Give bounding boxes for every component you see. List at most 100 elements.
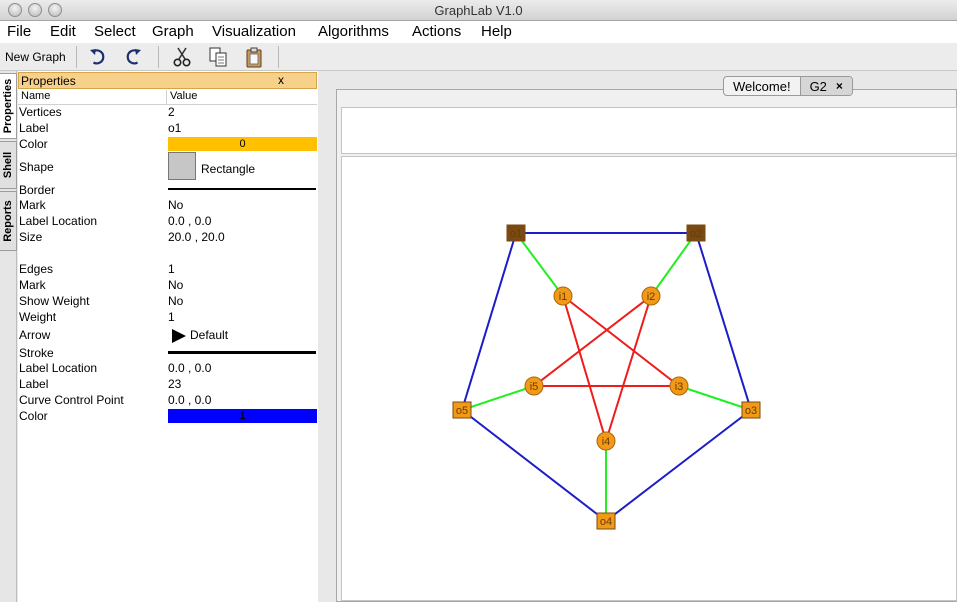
tab-reports[interactable]: Reports — [0, 191, 17, 251]
menu-graph[interactable]: Graph — [152, 23, 194, 40]
prop-name-vertices: Vertices — [19, 105, 62, 119]
prop-name-edge-mark: Mark — [19, 278, 46, 292]
window-title: GraphLab V1.0 — [434, 3, 523, 18]
menu-actions[interactable]: Actions — [412, 23, 461, 40]
prop-name-shape: Shape — [19, 160, 54, 174]
vertex-label: i2 — [647, 291, 656, 303]
toolbar-separator — [278, 46, 279, 68]
prop-name-curve-control-point: Curve Control Point — [19, 393, 124, 407]
edge-i5-i2[interactable] — [533, 295, 652, 387]
prop-name-arrow: Arrow — [19, 328, 51, 342]
document-area: o1 o2 o3 o4 o5 i1 i2 i3 i4 i5 Welcome! G2 × — [335, 71, 957, 602]
prop-value-arrow[interactable]: Default — [190, 328, 228, 342]
vertex-o3[interactable]: o3 — [741, 401, 761, 419]
vertex-o4[interactable]: o4 — [596, 512, 616, 530]
tab-welcome[interactable]: Welcome! — [724, 77, 801, 95]
edge-i2-i4[interactable] — [605, 295, 652, 442]
prop-name-edge-label-location: Label Location — [19, 361, 98, 375]
vertex-o5[interactable]: o5 — [452, 401, 472, 419]
edge-o1-i1[interactable] — [515, 232, 564, 297]
menu-file[interactable]: File — [7, 23, 31, 40]
stroke-preview[interactable] — [168, 351, 316, 354]
shape-swatch[interactable] — [168, 152, 196, 180]
paste-icon[interactable] — [242, 46, 266, 68]
menu-visualization[interactable]: Visualization — [212, 23, 296, 40]
column-header-name[interactable]: Name — [18, 90, 167, 105]
tab-properties[interactable]: Properties — [0, 73, 17, 139]
edge-o3-i3[interactable] — [678, 385, 752, 411]
prop-value-vertices[interactable]: 2 — [168, 105, 175, 119]
toolbar-separator — [158, 46, 159, 68]
vertex-label: i4 — [602, 436, 611, 448]
tab-shell[interactable]: Shell — [0, 141, 17, 189]
border-stroke-preview[interactable] — [168, 188, 316, 190]
new-graph-button[interactable]: New Graph — [5, 50, 66, 64]
properties-panel: Properties x Name Value Vertices 2 Label… — [18, 71, 318, 602]
vertex-i4[interactable]: i4 — [596, 431, 616, 451]
prop-value-size[interactable]: 20.0 , 20.0 — [168, 230, 225, 244]
tab-properties-label: Properties — [2, 78, 15, 134]
prop-value-label[interactable]: o1 — [168, 121, 181, 135]
undo-icon[interactable] — [86, 46, 110, 68]
menu-help[interactable]: Help — [481, 23, 512, 40]
panel-splitter[interactable] — [318, 71, 335, 602]
properties-header: Properties x — [18, 72, 317, 89]
prop-name-edge-color: Color — [19, 409, 48, 423]
close-icon[interactable]: × — [836, 79, 843, 93]
prop-name-size: Size — [19, 230, 43, 244]
vertex-label: o2 — [690, 228, 702, 240]
vertex-label: i3 — [675, 381, 684, 393]
properties-close-button[interactable]: x — [275, 73, 287, 87]
prop-value-show-weight[interactable]: No — [168, 294, 183, 308]
prop-value-curve-control-point[interactable]: 0.0 , 0.0 — [168, 393, 211, 407]
document-tab-bar: Welcome! G2 × — [723, 76, 853, 96]
menu-select[interactable]: Select — [94, 23, 136, 40]
prop-name-mark: Mark — [19, 198, 46, 212]
prop-value-edge-label[interactable]: 23 — [168, 377, 181, 391]
prop-value-shape[interactable]: Rectangle — [201, 162, 255, 176]
copy-icon[interactable] — [206, 46, 230, 68]
toolbar-separator — [76, 46, 77, 68]
tab-reports-label: Reports — [2, 200, 14, 242]
prop-name-edge-label: Label — [19, 377, 49, 391]
edge-o3-o4[interactable] — [605, 409, 752, 522]
edge-i1-i3[interactable] — [562, 295, 680, 387]
vertex-color-value[interactable]: 0 — [168, 137, 317, 151]
vertex-label: i1 — [559, 291, 568, 303]
prop-value-mark[interactable]: No — [168, 198, 183, 212]
edge-o5-o1[interactable] — [461, 232, 517, 411]
arrow-icon — [172, 329, 186, 343]
vertex-o1[interactable]: o1 — [506, 224, 526, 242]
prop-value-edge-mark[interactable]: No — [168, 278, 183, 292]
column-header-value[interactable]: Value — [167, 90, 317, 105]
prop-value-weight[interactable]: 1 — [168, 310, 175, 324]
edge-o5-i5[interactable] — [461, 385, 535, 411]
prop-value-label-location[interactable]: 0.0 , 0.0 — [168, 214, 211, 228]
prop-name-show-weight: Show Weight — [19, 294, 90, 308]
cut-icon[interactable] — [170, 46, 194, 68]
prop-name-label: Label — [19, 121, 49, 135]
vertex-o2[interactable]: o2 — [686, 224, 706, 242]
edge-o2-o3[interactable] — [695, 232, 752, 411]
prop-value-edges[interactable]: 1 — [168, 262, 175, 276]
tab-g2[interactable]: G2 × — [800, 77, 852, 95]
tab-shell-label: Shell — [2, 151, 15, 179]
graph-svg[interactable]: o1 o2 o3 o4 o5 i1 i2 i3 i4 i5 — [342, 157, 956, 600]
graph-frame: o1 o2 o3 o4 o5 i1 i2 i3 i4 i5 — [336, 89, 957, 602]
menu-algorithms[interactable]: Algorithms — [318, 23, 389, 40]
prop-name-border: Border — [19, 183, 56, 197]
edge-color-value[interactable]: 1 — [168, 409, 317, 423]
prop-value-edge-label-location[interactable]: 0.0 , 0.0 — [168, 361, 211, 375]
redo-icon[interactable] — [121, 46, 145, 68]
edge-o4-o5[interactable] — [461, 409, 607, 522]
vertex-i5[interactable]: i5 — [524, 376, 544, 396]
prop-name-weight: Weight — [19, 310, 57, 324]
graph-canvas[interactable]: o1 o2 o3 o4 o5 i1 i2 i3 i4 i5 — [341, 156, 957, 601]
toolbar: New Graph — [0, 43, 957, 71]
edge-o2-i2[interactable] — [650, 232, 697, 297]
vertex-i3[interactable]: i3 — [669, 376, 689, 396]
menu-edit[interactable]: Edit — [50, 23, 76, 40]
vertex-i1[interactable]: i1 — [553, 286, 573, 306]
edge-i4-i1[interactable] — [562, 295, 607, 442]
vertex-i2[interactable]: i2 — [641, 286, 661, 306]
